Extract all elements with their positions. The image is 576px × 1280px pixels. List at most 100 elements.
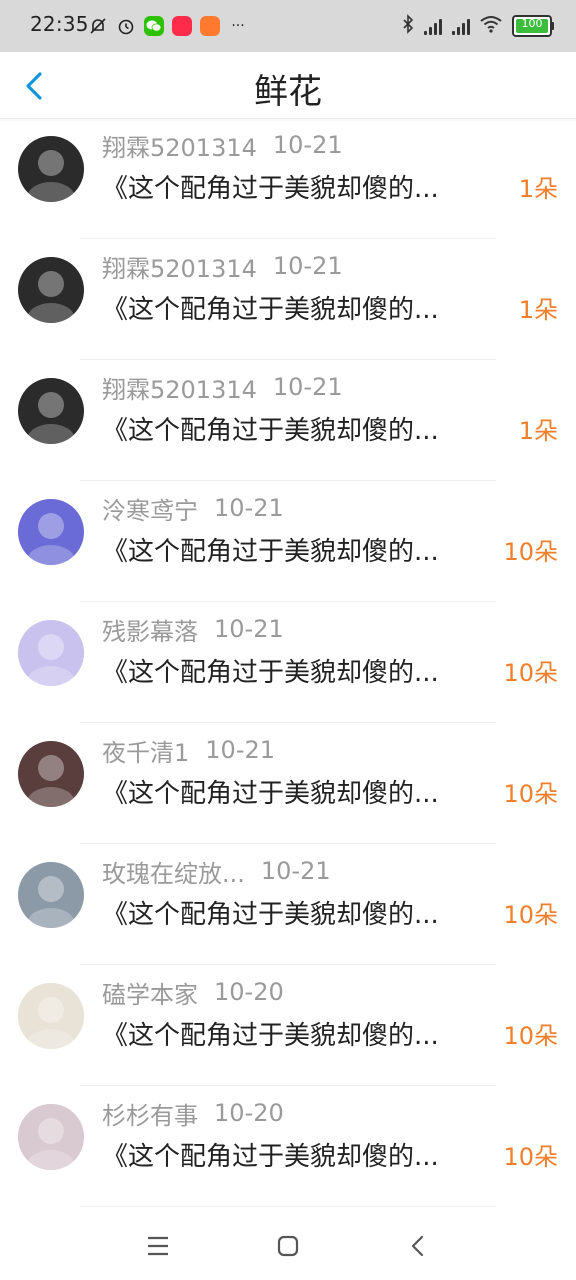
avatar[interactable] bbox=[18, 1104, 84, 1170]
item-meta: 夜千清1 10-21 bbox=[102, 733, 276, 768]
item-content: 《这个配角过于美貌却傻的... 1朵 bbox=[102, 408, 558, 448]
item-content: 《这个配角过于美貌却傻的... 10朵 bbox=[102, 1013, 558, 1053]
item-meta: 杉杉有事 10-20 bbox=[102, 1096, 284, 1131]
username[interactable]: 夜千清1 bbox=[102, 733, 189, 768]
system-back-button[interactable] bbox=[402, 1230, 434, 1262]
username[interactable]: 翔霖5201314 bbox=[102, 249, 257, 284]
bluetooth-icon bbox=[402, 14, 414, 38]
home-icon bbox=[277, 1235, 299, 1257]
item-meta: 翔霖5201314 10-21 bbox=[102, 249, 343, 284]
flower-count: 10朵 bbox=[503, 900, 558, 929]
avatar-image bbox=[18, 1104, 84, 1170]
signal-icon bbox=[452, 17, 470, 35]
username[interactable]: 磕学本家 bbox=[102, 975, 198, 1010]
wechat-icon bbox=[144, 16, 164, 36]
username[interactable]: 玫瑰在绽放... bbox=[102, 854, 245, 889]
username[interactable]: 残影幕落 bbox=[102, 612, 198, 647]
list-item[interactable]: 翔霖5201314 10-21 《这个配角过于美貌却傻的... 1朵 bbox=[0, 239, 576, 360]
menu-button[interactable] bbox=[142, 1230, 174, 1262]
work-title[interactable]: 《这个配角过于美貌却傻的... bbox=[102, 168, 513, 205]
flower-count: 1朵 bbox=[518, 416, 558, 445]
wifi-icon bbox=[480, 15, 502, 37]
list-item[interactable]: 杉杉有事 10-20 《这个配角过于美貌却傻的... 10朵 bbox=[0, 1086, 576, 1207]
date: 10-21 bbox=[205, 736, 276, 764]
flower-count: 1朵 bbox=[518, 174, 558, 203]
system-nav-bar bbox=[0, 1210, 576, 1280]
work-title[interactable]: 《这个配角过于美貌却傻的... bbox=[102, 289, 513, 326]
app-red-icon bbox=[172, 16, 192, 36]
list-item[interactable]: 翔霖5201314 10-21 《这个配角过于美貌却傻的... 1朵 bbox=[0, 360, 576, 481]
username[interactable]: 翔霖5201314 bbox=[102, 128, 257, 163]
battery-icon: 100 bbox=[512, 15, 554, 37]
avatar-image bbox=[18, 378, 84, 444]
avatar[interactable] bbox=[18, 257, 84, 323]
date: 10-21 bbox=[214, 494, 284, 522]
date: 10-20 bbox=[214, 1099, 284, 1127]
back-icon bbox=[411, 1235, 424, 1257]
signal-icon bbox=[424, 17, 442, 35]
avatar[interactable] bbox=[18, 499, 84, 565]
avatar[interactable] bbox=[18, 378, 84, 444]
avatar[interactable] bbox=[18, 983, 84, 1049]
mute-icon bbox=[88, 16, 108, 36]
app-orange-icon bbox=[200, 16, 220, 36]
avatar-image bbox=[18, 620, 84, 686]
list-item[interactable]: 玫瑰在绽放... 10-21 《这个配角过于美貌却傻的... 10朵 bbox=[0, 844, 576, 965]
avatar[interactable] bbox=[18, 620, 84, 686]
flower-count: 10朵 bbox=[503, 779, 558, 808]
avatar[interactable] bbox=[18, 862, 84, 928]
flower-count: 10朵 bbox=[503, 537, 558, 566]
item-meta: 玫瑰在绽放... 10-21 bbox=[102, 854, 331, 889]
avatar-image bbox=[18, 499, 84, 565]
avatar[interactable] bbox=[18, 136, 84, 202]
status-left-icons: ··· bbox=[88, 14, 248, 38]
work-title[interactable]: 《这个配角过于美貌却傻的... bbox=[102, 531, 497, 568]
flower-count: 1朵 bbox=[518, 295, 558, 324]
date: 10-21 bbox=[272, 131, 343, 159]
username[interactable]: 翔霖5201314 bbox=[102, 370, 257, 405]
list-item[interactable]: 翔霖5201314 10-21 《这个配角过于美貌却傻的... 1朵 bbox=[0, 118, 576, 239]
work-title[interactable]: 《这个配角过于美貌却傻的... bbox=[102, 652, 497, 689]
work-title[interactable]: 《这个配角过于美貌却傻的... bbox=[102, 894, 497, 931]
list-item[interactable]: 磕学本家 10-20 《这个配角过于美貌却傻的... 10朵 bbox=[0, 965, 576, 1086]
list-item[interactable]: 残影幕落 10-21 《这个配角过于美貌却傻的... 10朵 bbox=[0, 602, 576, 723]
status-time: 22:35 bbox=[30, 12, 89, 36]
username[interactable]: 泠寒鸢宁 bbox=[102, 491, 198, 526]
item-meta: 磕学本家 10-20 bbox=[102, 975, 284, 1010]
list-item[interactable]: 夜千清1 10-21 《这个配角过于美貌却傻的... 10朵 bbox=[0, 723, 576, 844]
avatar-image bbox=[18, 983, 84, 1049]
item-meta: 泠寒鸢宁 10-21 bbox=[102, 491, 284, 526]
flower-count: 10朵 bbox=[503, 1142, 558, 1171]
alarm-icon bbox=[116, 16, 136, 36]
home-button[interactable] bbox=[272, 1230, 304, 1262]
divider bbox=[80, 1206, 496, 1207]
item-content: 《这个配角过于美貌却傻的... 1朵 bbox=[102, 287, 558, 327]
list-item[interactable]: 泠寒鸢宁 10-21 《这个配角过于美貌却傻的... 10朵 bbox=[0, 481, 576, 602]
avatar-image bbox=[18, 862, 84, 928]
date: 10-21 bbox=[214, 615, 284, 643]
status-bar: 22:35 ··· 100 bbox=[0, 0, 576, 52]
username[interactable]: 杉杉有事 bbox=[102, 1096, 198, 1131]
item-content: 《这个配角过于美貌却傻的... 1朵 bbox=[102, 166, 558, 206]
battery-text: 100 bbox=[521, 17, 543, 30]
work-title[interactable]: 《这个配角过于美貌却傻的... bbox=[102, 773, 497, 810]
work-title[interactable]: 《这个配角过于美貌却傻的... bbox=[102, 1136, 497, 1173]
item-content: 《这个配角过于美貌却傻的... 10朵 bbox=[102, 771, 558, 811]
avatar-image bbox=[18, 257, 84, 323]
date: 10-21 bbox=[260, 857, 331, 885]
status-right-icons: 100 bbox=[402, 14, 554, 38]
item-meta: 残影幕落 10-21 bbox=[102, 612, 284, 647]
date: 10-21 bbox=[272, 373, 343, 401]
work-title[interactable]: 《这个配角过于美貌却傻的... bbox=[102, 1015, 497, 1052]
date: 10-21 bbox=[272, 252, 343, 280]
item-content: 《这个配角过于美貌却傻的... 10朵 bbox=[102, 529, 558, 569]
page-title: 鲜花 bbox=[254, 72, 322, 112]
date: 10-20 bbox=[214, 978, 284, 1006]
work-title[interactable]: 《这个配角过于美貌却傻的... bbox=[102, 410, 513, 447]
item-meta: 翔霖5201314 10-21 bbox=[102, 128, 343, 163]
item-content: 《这个配角过于美貌却傻的... 10朵 bbox=[102, 650, 558, 690]
menu-icon bbox=[148, 1236, 168, 1256]
avatar[interactable] bbox=[18, 741, 84, 807]
flower-list[interactable]: 翔霖5201314 10-21 《这个配角过于美貌却傻的... 1朵 翔霖5201314… bbox=[0, 118, 576, 1210]
flower-count: 10朵 bbox=[503, 1021, 558, 1050]
